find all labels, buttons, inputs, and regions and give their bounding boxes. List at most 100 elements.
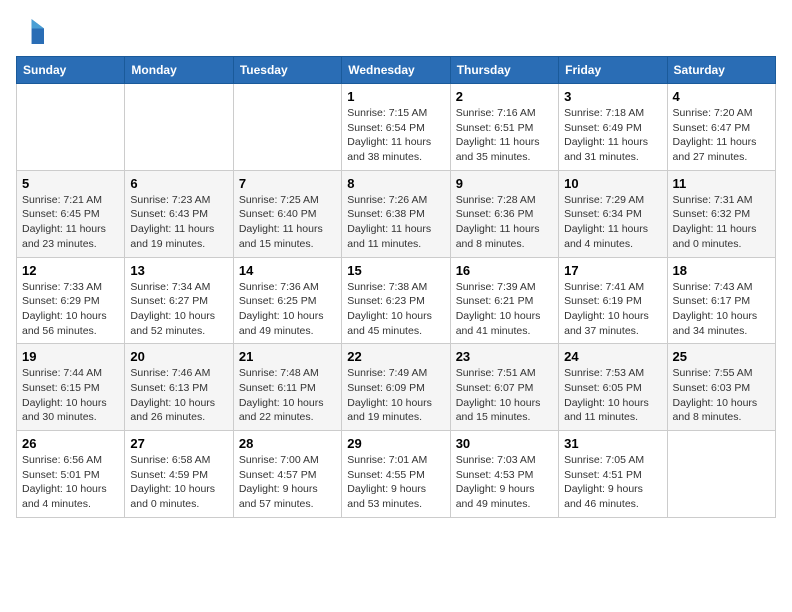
calendar-cell: 22 Sunrise: 7:49 AMSunset: 6:09 PMDayligh… (342, 344, 450, 431)
calendar-week-row: 1 Sunrise: 7:15 AMSunset: 6:54 PMDaylight… (17, 84, 776, 171)
day-number: 11 (673, 176, 770, 191)
day-number: 15 (347, 263, 444, 278)
day-number: 9 (456, 176, 553, 191)
calendar-week-row: 26 Sunrise: 6:56 AMSunset: 5:01 PMDayligh… (17, 431, 776, 518)
day-number: 7 (239, 176, 336, 191)
calendar-cell (125, 84, 233, 171)
calendar-cell: 21 Sunrise: 7:48 AMSunset: 6:11 PMDayligh… (233, 344, 341, 431)
day-info: Sunrise: 7:20 AMSunset: 6:47 PMDaylight:… (673, 106, 770, 165)
calendar-cell: 3 Sunrise: 7:18 AMSunset: 6:49 PMDaylight… (559, 84, 667, 171)
calendar-cell (233, 84, 341, 171)
day-of-week-header: Saturday (667, 57, 775, 84)
day-info: Sunrise: 7:33 AMSunset: 6:29 PMDaylight:… (22, 280, 119, 339)
day-number: 31 (564, 436, 661, 451)
day-number: 17 (564, 263, 661, 278)
day-number: 8 (347, 176, 444, 191)
day-info: Sunrise: 7:03 AMSunset: 4:53 PMDaylight:… (456, 453, 553, 512)
day-number: 10 (564, 176, 661, 191)
calendar-cell: 8Sunrise: 7:26 AMSunset: 6:38 PMDaylight… (342, 170, 450, 257)
day-number: 14 (239, 263, 336, 278)
day-number: 19 (22, 349, 119, 364)
day-info: Sunrise: 7:39 AMSunset: 6:21 PMDaylight:… (456, 280, 553, 339)
calendar-cell: 31 Sunrise: 7:05 AMSunset: 4:51 PMDayligh… (559, 431, 667, 518)
calendar-cell: 6 Sunrise: 7:23 AMSunset: 6:43 PMDaylight… (125, 170, 233, 257)
day-info: Sunrise: 7:00 AMSunset: 4:57 PMDaylight:… (239, 453, 336, 512)
day-of-week-header: Wednesday (342, 57, 450, 84)
calendar-cell: 18Sunrise: 7:43 AMSunset: 6:17 PMDayligh… (667, 257, 775, 344)
calendar-cell: 24 Sunrise: 7:53 AMSunset: 6:05 PMDayligh… (559, 344, 667, 431)
calendar-header-row: SundayMondayTuesdayWednesdayThursdayFrid… (17, 57, 776, 84)
calendar-cell: 30 Sunrise: 7:03 AMSunset: 4:53 PMDayligh… (450, 431, 558, 518)
day-of-week-header: Thursday (450, 57, 558, 84)
day-info: Sunrise: 7:05 AMSunset: 4:51 PMDaylight:… (564, 453, 661, 512)
day-info: Sunrise: 7:55 AMSunset: 6:03 PMDaylight:… (673, 366, 770, 425)
calendar-cell: 16 Sunrise: 7:39 AMSunset: 6:21 PMDayligh… (450, 257, 558, 344)
day-info: Sunrise: 7:18 AMSunset: 6:49 PMDaylight:… (564, 106, 661, 165)
day-number: 2 (456, 89, 553, 104)
day-info: Sunrise: 7:29 AMSunset: 6:34 PMDaylight:… (564, 193, 661, 252)
day-info: Sunrise: 7:16 AMSunset: 6:51 PMDaylight:… (456, 106, 553, 165)
day-info: Sunrise: 7:36 AMSunset: 6:25 PMDaylight:… (239, 280, 336, 339)
calendar-week-row: 12Sunrise: 7:33 AMSunset: 6:29 PMDayligh… (17, 257, 776, 344)
day-info: Sunrise: 7:28 AMSunset: 6:36 PMDaylight:… (456, 193, 553, 252)
calendar-cell: 13 Sunrise: 7:34 AMSunset: 6:27 PMDayligh… (125, 257, 233, 344)
calendar-cell: 12Sunrise: 7:33 AMSunset: 6:29 PMDayligh… (17, 257, 125, 344)
calendar-cell: 5Sunrise: 7:21 AMSunset: 6:45 PMDaylight… (17, 170, 125, 257)
day-of-week-header: Sunday (17, 57, 125, 84)
calendar-cell: 9 Sunrise: 7:28 AMSunset: 6:36 PMDaylight… (450, 170, 558, 257)
calendar-cell: 27Sunrise: 6:58 AMSunset: 4:59 PMDayligh… (125, 431, 233, 518)
day-number: 3 (564, 89, 661, 104)
day-info: Sunrise: 7:15 AMSunset: 6:54 PMDaylight:… (347, 106, 444, 165)
page-header (16, 16, 776, 44)
day-number: 21 (239, 349, 336, 364)
day-number: 5 (22, 176, 119, 191)
day-info: Sunrise: 7:25 AMSunset: 6:40 PMDaylight:… (239, 193, 336, 252)
day-number: 22 (347, 349, 444, 364)
calendar-cell: 28 Sunrise: 7:00 AMSunset: 4:57 PMDayligh… (233, 431, 341, 518)
calendar-cell: 15Sunrise: 7:38 AMSunset: 6:23 PMDayligh… (342, 257, 450, 344)
calendar-cell: 19 Sunrise: 7:44 AMSunset: 6:15 PMDayligh… (17, 344, 125, 431)
day-number: 20 (130, 349, 227, 364)
day-number: 29 (347, 436, 444, 451)
day-info: Sunrise: 7:53 AMSunset: 6:05 PMDaylight:… (564, 366, 661, 425)
day-of-week-header: Monday (125, 57, 233, 84)
day-number: 6 (130, 176, 227, 191)
day-number: 4 (673, 89, 770, 104)
day-info: Sunrise: 7:23 AMSunset: 6:43 PMDaylight:… (130, 193, 227, 252)
day-info: Sunrise: 7:01 AMSunset: 4:55 PMDaylight:… (347, 453, 444, 512)
calendar-table: SundayMondayTuesdayWednesdayThursdayFrid… (16, 56, 776, 518)
day-number: 24 (564, 349, 661, 364)
day-number: 16 (456, 263, 553, 278)
day-of-week-header: Friday (559, 57, 667, 84)
day-number: 28 (239, 436, 336, 451)
day-info: Sunrise: 6:58 AMSunset: 4:59 PMDaylight:… (130, 453, 227, 512)
calendar-cell: 14 Sunrise: 7:36 AMSunset: 6:25 PMDayligh… (233, 257, 341, 344)
day-number: 26 (22, 436, 119, 451)
calendar-cell: 25Sunrise: 7:55 AMSunset: 6:03 PMDayligh… (667, 344, 775, 431)
day-number: 23 (456, 349, 553, 364)
calendar-cell: 26 Sunrise: 6:56 AMSunset: 5:01 PMDayligh… (17, 431, 125, 518)
day-info: Sunrise: 7:44 AMSunset: 6:15 PMDaylight:… (22, 366, 119, 425)
calendar-cell: 1 Sunrise: 7:15 AMSunset: 6:54 PMDaylight… (342, 84, 450, 171)
day-info: Sunrise: 7:48 AMSunset: 6:11 PMDaylight:… (239, 366, 336, 425)
day-info: Sunrise: 7:34 AMSunset: 6:27 PMDaylight:… (130, 280, 227, 339)
day-number: 1 (347, 89, 444, 104)
day-number: 18 (673, 263, 770, 278)
logo-icon (16, 16, 44, 44)
logo (16, 16, 48, 44)
day-info: Sunrise: 7:49 AMSunset: 6:09 PMDaylight:… (347, 366, 444, 425)
day-info: Sunrise: 7:31 AMSunset: 6:32 PMDaylight:… (673, 193, 770, 252)
day-info: Sunrise: 7:46 AMSunset: 6:13 PMDaylight:… (130, 366, 227, 425)
calendar-week-row: 5Sunrise: 7:21 AMSunset: 6:45 PMDaylight… (17, 170, 776, 257)
calendar-cell: 2 Sunrise: 7:16 AMSunset: 6:51 PMDaylight… (450, 84, 558, 171)
day-info: Sunrise: 6:56 AMSunset: 5:01 PMDaylight:… (22, 453, 119, 512)
day-number: 30 (456, 436, 553, 451)
calendar-cell: 17 Sunrise: 7:41 AMSunset: 6:19 PMDayligh… (559, 257, 667, 344)
day-info: Sunrise: 7:41 AMSunset: 6:19 PMDaylight:… (564, 280, 661, 339)
calendar-cell (667, 431, 775, 518)
calendar-cell (17, 84, 125, 171)
calendar-cell: 7 Sunrise: 7:25 AMSunset: 6:40 PMDaylight… (233, 170, 341, 257)
calendar-cell: 10 Sunrise: 7:29 AMSunset: 6:34 PMDayligh… (559, 170, 667, 257)
day-number: 13 (130, 263, 227, 278)
day-info: Sunrise: 7:51 AMSunset: 6:07 PMDaylight:… (456, 366, 553, 425)
